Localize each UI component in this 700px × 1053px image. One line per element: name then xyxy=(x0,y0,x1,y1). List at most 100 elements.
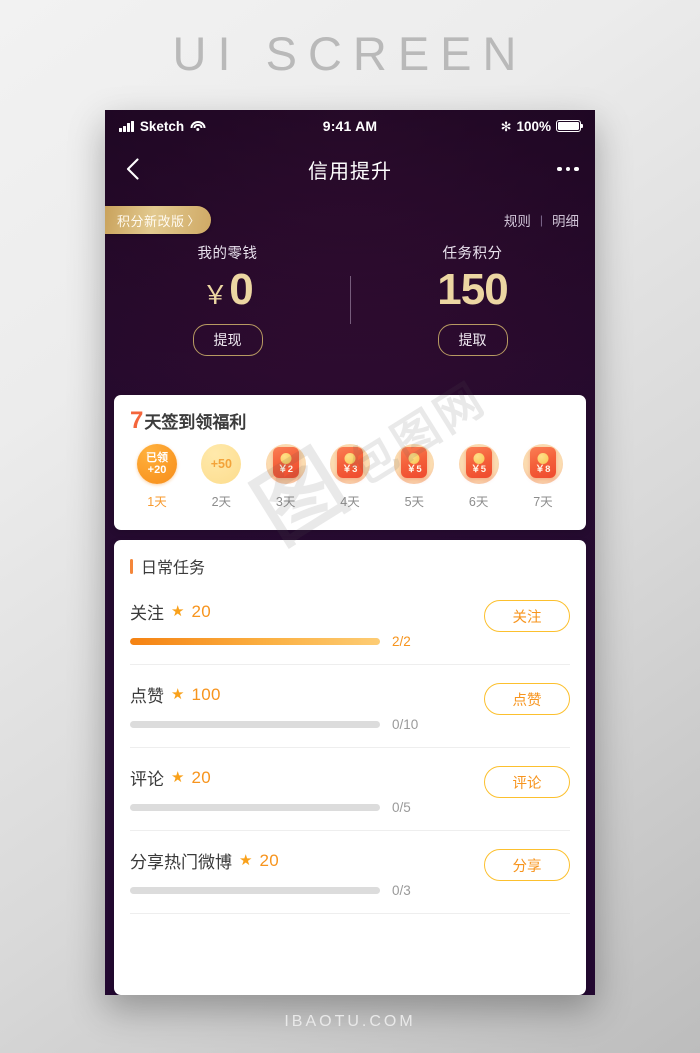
currency-symbol: ￥ xyxy=(202,280,229,310)
daily-tasks-heading: 日常任务 xyxy=(130,554,586,578)
rules-link[interactable]: 规则 xyxy=(504,210,531,230)
promo-row: 积分新改版 〉 规则 | 明细 xyxy=(105,206,595,234)
points-revamp-badge-label: 积分新改版 xyxy=(117,213,185,229)
battery-icon xyxy=(556,120,584,132)
task-action-button[interactable]: 关注 xyxy=(484,600,570,632)
heading-accent-bar xyxy=(130,558,133,574)
more-dot xyxy=(565,166,571,172)
task-row: 关注 ★ 20 2/2 关注 xyxy=(130,582,570,665)
task-action-button[interactable]: 分享 xyxy=(484,849,570,881)
task-action-button[interactable]: 评论 xyxy=(484,766,570,798)
task-name: 评论 xyxy=(130,770,164,789)
red-packet-icon: ￥5 xyxy=(401,446,428,478)
checkin-pending-badge: +50 xyxy=(201,444,242,484)
coin-icon xyxy=(473,452,485,464)
task-progress-count: 0/5 xyxy=(392,800,411,815)
checkin-claimed-badge: 已领 +20 xyxy=(137,444,177,484)
checkin-card: 7 天签到领福利 已领 +20 1天 +50 2天 ￥2 3天 ￥3 4天 ￥5 5天 ￥5 6天 ￥8 7… xyxy=(114,395,586,530)
checkin-day-5[interactable]: ￥5 5天 xyxy=(387,444,441,510)
task-progress-count: 0/10 xyxy=(392,717,419,732)
checkin-day-list: 已领 +20 1天 +50 2天 ￥2 3天 ￥3 4天 ￥5 5天 ￥5 6天 ￥8 7天 xyxy=(114,435,586,510)
checkin-day-label: 6天 xyxy=(468,495,489,509)
more-dot xyxy=(557,166,562,172)
checkin-title-text: 天签到领福利 xyxy=(144,413,247,432)
progress-track xyxy=(130,887,380,894)
checkin-red-packet: ￥5 xyxy=(394,444,435,484)
withdraw-cash-button[interactable]: 提现 xyxy=(192,324,263,356)
task-action-button[interactable]: 点赞 xyxy=(484,683,570,715)
balance-column-wallet: 我的零钱 ￥ 0 提现 xyxy=(105,242,350,367)
site-footer: IBAOTU.COM xyxy=(284,1013,416,1030)
link-separator: | xyxy=(539,213,543,227)
balance-column-points: 任务积分 150 提取 xyxy=(350,242,595,367)
checkin-day-label: 2天 xyxy=(211,495,232,509)
chevron-right-icon: 〉 xyxy=(187,213,201,228)
task-progress: 0/5 xyxy=(130,800,570,815)
coin-icon xyxy=(280,452,292,464)
coin-icon xyxy=(408,452,420,464)
checkin-day-label: 1天 xyxy=(147,495,167,509)
daily-tasks-card: 日常任务 关注 ★ 20 2/2 关注点赞 ★ 100 0/10 点赞评论 ★ 20 0/5 评论分享热… xyxy=(114,540,586,995)
balance-divider xyxy=(350,276,351,324)
daily-tasks-heading-label: 日常任务 xyxy=(141,560,206,577)
checkin-title: 7 天签到领福利 xyxy=(130,407,586,435)
page-title: UI SCREEN xyxy=(172,27,528,80)
progress-fill xyxy=(130,638,380,645)
task-progress: 2/2 xyxy=(130,634,570,649)
star-icon: ★ xyxy=(171,603,185,620)
red-packet-icon: ￥3 xyxy=(336,446,363,478)
star-icon: ★ xyxy=(171,769,185,786)
progress-track xyxy=(130,804,380,811)
checkin-days-number: 7 xyxy=(130,407,144,434)
task-name: 分享热门微博 xyxy=(130,853,232,872)
task-progress-count: 2/2 xyxy=(392,634,411,649)
points-label: 任务积分 xyxy=(442,246,503,262)
battery-percent-label: 100% xyxy=(516,118,551,134)
task-points: 20 xyxy=(191,601,211,621)
red-packet-icon: ￥2 xyxy=(272,446,299,478)
task-points: 20 xyxy=(259,850,279,870)
task-list: 关注 ★ 20 2/2 关注点赞 ★ 100 0/10 点赞评论 ★ 20 0/5 评论分享热门微博 ★ 2… xyxy=(114,582,586,914)
points-revamp-badge[interactable]: 积分新改版 〉 xyxy=(105,206,212,234)
task-points: 20 xyxy=(191,767,211,787)
checkin-day-label: 4天 xyxy=(340,495,360,509)
balance-section: 我的零钱 ￥ 0 提现 任务积分 150 提取 xyxy=(105,242,595,367)
red-packet-icon: ￥5 xyxy=(465,446,492,478)
checkin-day-7[interactable]: ￥8 7天 xyxy=(516,444,570,510)
checkin-day-label: 5天 xyxy=(404,495,425,509)
promo-links: 规则 | 明细 xyxy=(504,210,579,230)
status-bar: Sketch 9:41 AM ✻ 100% xyxy=(105,110,595,142)
task-progress-count: 0/3 xyxy=(392,883,411,898)
wallet-label: 我的零钱 xyxy=(197,246,258,262)
coin-icon xyxy=(537,452,549,464)
more-dot xyxy=(574,166,579,172)
nav-bar: 信用提升 xyxy=(105,142,595,196)
task-name: 关注 xyxy=(130,604,164,623)
page-header-title: 信用提升 xyxy=(308,160,392,183)
task-name: 点赞 xyxy=(130,687,164,706)
coin-icon xyxy=(344,452,356,464)
withdraw-points-button[interactable]: 提取 xyxy=(437,324,508,356)
task-progress: 0/3 xyxy=(130,883,570,898)
task-points: 100 xyxy=(191,684,221,704)
checkin-claimed-points: +20 xyxy=(147,464,167,476)
progress-track xyxy=(130,721,380,728)
task-row: 点赞 ★ 100 0/10 点赞 xyxy=(130,665,570,748)
checkin-day-label: 3天 xyxy=(275,495,296,509)
checkin-day-1[interactable]: 已领 +20 1天 xyxy=(130,444,184,510)
task-progress: 0/10 xyxy=(130,717,570,732)
wallet-value: ￥ 0 xyxy=(202,265,254,314)
checkin-day-3[interactable]: ￥2 3天 xyxy=(259,444,313,510)
more-options-button[interactable] xyxy=(541,142,595,196)
points-value: 150 xyxy=(437,268,508,312)
checkin-red-packet: ￥2 xyxy=(265,444,306,484)
checkin-red-packet: ￥5 xyxy=(458,444,499,484)
checkin-day-2[interactable]: +50 2天 xyxy=(194,444,248,510)
phone-frame: Sketch 9:41 AM ✻ 100% 信用提升 积分新改版 〉 规则 | … xyxy=(105,110,595,995)
wallet-amount: 0 xyxy=(229,265,254,314)
detail-link[interactable]: 明细 xyxy=(552,210,579,230)
checkin-day-6[interactable]: ￥5 6天 xyxy=(452,444,506,510)
task-row: 评论 ★ 20 0/5 评论 xyxy=(130,748,570,831)
checkin-day-4[interactable]: ￥3 4天 xyxy=(323,444,377,510)
checkin-pending-points: +50 xyxy=(210,457,232,471)
